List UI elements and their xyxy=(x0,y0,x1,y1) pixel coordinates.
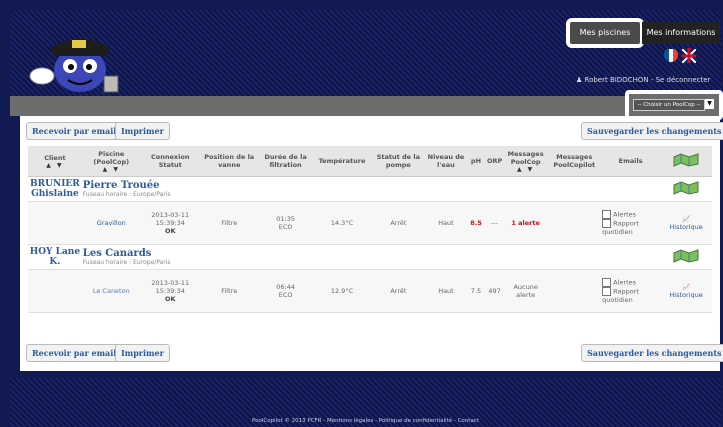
messages-cell: Aucune alerte xyxy=(503,269,548,313)
col-vanne: Position de la vanne xyxy=(199,146,259,177)
orp-cell: --- xyxy=(485,201,504,245)
chevron-down-icon[interactable]: ▼ xyxy=(705,99,714,109)
timezone-label: Fuseau horaire : Europe/Paris xyxy=(82,259,171,266)
col-temperature: Température xyxy=(312,146,372,177)
vanne-cell: Filtre xyxy=(199,201,259,245)
map-cell xyxy=(660,176,712,202)
col-ph: pH xyxy=(466,146,486,177)
poolcop-select[interactable]: -- Choisir un PoolCop -- xyxy=(633,99,705,111)
client-name[interactable]: HOY Lane K. xyxy=(28,244,82,270)
email-button[interactable]: Recevoir par email xyxy=(26,122,123,140)
connexion-cell: 2013-03-11 15:39:34 OK xyxy=(140,201,200,245)
footer-links[interactable]: PoolCopilot © 2013 PCFR - Mentions légal… xyxy=(10,418,721,424)
filtration-cell: 06:44 ECO xyxy=(258,269,313,313)
pompe-cell: Arrêt xyxy=(371,269,426,313)
pools-table: Client ▲ ▼ Piscine (PoolCop) ▲ ▼ Connexion… xyxy=(28,146,712,313)
pool-group-title: Pierre Trouée Fuseau horaire : Europe/Par… xyxy=(81,176,661,202)
chart-icon: 📈 xyxy=(682,215,691,223)
table-row: Le Caneton 2013-03-11 15:39:34 OK Filtre 0… xyxy=(28,269,712,313)
save-changes-button-bottom[interactable]: Sauvegarder les changements xyxy=(581,344,723,362)
sort-arrows-icon: ▲ ▼ xyxy=(516,165,535,173)
pompe-cell: Arrêt xyxy=(371,201,426,245)
rapport-checkbox[interactable] xyxy=(602,287,612,296)
emails-cell: Alertes Rapport quotidien xyxy=(601,269,661,313)
poolcopilot-messages-cell xyxy=(547,269,602,313)
col-niveau: Niveau de l'eau xyxy=(425,146,467,177)
filtration-cell: 01:35 ECO xyxy=(258,201,313,245)
uk-flag-icon[interactable] xyxy=(681,48,697,64)
col-client[interactable]: Client ▲ ▼ xyxy=(28,146,82,177)
email-button-bottom[interactable]: Recevoir par email xyxy=(26,344,123,362)
col-filtration: Durée de la filtration xyxy=(258,146,313,177)
niveau-cell: Haut xyxy=(425,269,467,313)
map-icon[interactable] xyxy=(673,249,699,263)
footer: PoolCopilot © 2013 PCFR - Mentions légal… xyxy=(10,378,721,427)
connexion-cell: 2013-03-11 15:39:34 OK xyxy=(140,269,200,313)
niveau-cell: Haut xyxy=(425,201,467,245)
col-orp: ORP xyxy=(485,146,504,177)
chart-icon: 📈 xyxy=(682,283,691,291)
print-button-bottom[interactable]: Imprimer xyxy=(115,344,170,362)
vanne-cell: Filtre xyxy=(199,269,259,313)
user-icon: ♟ xyxy=(576,76,585,84)
ph-cell: 8.5 xyxy=(466,201,486,245)
col-map xyxy=(660,146,712,177)
client-row: HOY Lane K. Les Canards Fuseau horaire : … xyxy=(28,244,712,270)
print-button[interactable]: Imprimer xyxy=(115,122,170,140)
main-panel: Recevoir par email Imprimer Sauvegarder … xyxy=(20,116,723,371)
table-row: Gravillon 2013-03-11 15:39:34 OK Filtre 01… xyxy=(28,201,712,245)
toolbar-strip xyxy=(10,96,721,116)
col-connexion: Connexion Statut xyxy=(140,146,200,177)
col-messages-poolcopilot: Messages PoolCopilot xyxy=(547,146,602,177)
historique-link[interactable]: 📈 Historique xyxy=(660,201,712,245)
temperature-cell: 12.9°C xyxy=(312,269,372,313)
map-icon[interactable] xyxy=(673,181,699,195)
ph-cell: 7.5 xyxy=(466,269,486,313)
client-row: BRUNIER Ghislaine Pierre Trouée Fuseau ho… xyxy=(28,176,712,202)
pool-link[interactable]: Gravillon xyxy=(81,201,141,245)
sort-arrows-icon: ▲ ▼ xyxy=(102,165,120,173)
map-icon xyxy=(673,153,699,167)
tab-mes-piscines[interactable]: Mes piscines xyxy=(566,18,644,48)
col-emails: Emails xyxy=(601,146,661,177)
map-cell xyxy=(660,244,712,270)
alertes-checkbox[interactable] xyxy=(602,278,612,287)
timezone-label: Fuseau horaire : Europe/Paris xyxy=(82,191,171,198)
alert-link[interactable]: 1 alerte xyxy=(503,201,548,245)
user-logout-line[interactable]: ♟ Robert BIDOCHON - Se déconnecter xyxy=(576,76,710,84)
french-flag-icon[interactable] xyxy=(664,48,678,62)
emails-cell: Alertes Rapport quotidien xyxy=(601,201,661,245)
temperature-cell: 14.3°C xyxy=(312,201,372,245)
poolcop-mascot-logo xyxy=(29,39,119,93)
col-pompe: Statut de la pompe xyxy=(371,146,426,177)
historique-link[interactable]: 📈 Historique xyxy=(660,269,712,313)
pool-group-title: Les Canards Fuseau horaire : Europe/Paris xyxy=(81,244,661,270)
pool-link[interactable]: Le Caneton xyxy=(81,269,141,313)
col-messages-poolcop[interactable]: Messages PoolCop ▲ ▼ xyxy=(503,146,548,177)
tab-mes-informations[interactable]: Mes informations xyxy=(642,22,720,44)
orp-cell: 497 xyxy=(485,269,504,313)
save-changes-button[interactable]: Sauvegarder les changements xyxy=(581,122,723,140)
rapport-checkbox[interactable] xyxy=(602,219,612,228)
client-name[interactable]: BRUNIER Ghislaine xyxy=(28,176,82,202)
sort-arrows-icon: ▲ ▼ xyxy=(46,161,64,169)
poolcopilot-messages-cell xyxy=(547,201,602,245)
col-piscine[interactable]: Piscine (PoolCop) ▲ ▼ xyxy=(81,146,141,177)
alertes-checkbox[interactable] xyxy=(602,210,612,219)
